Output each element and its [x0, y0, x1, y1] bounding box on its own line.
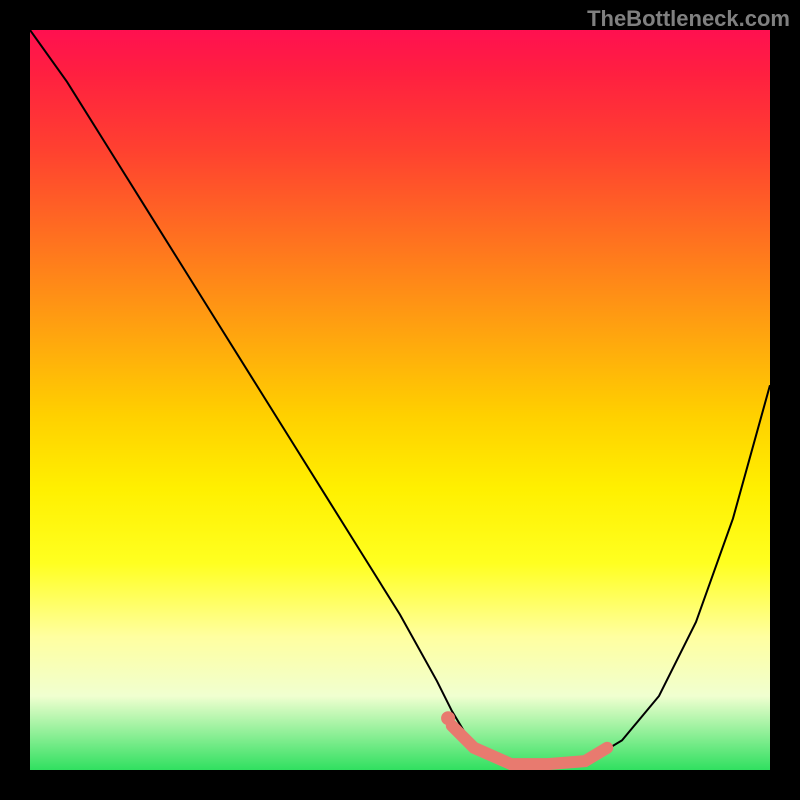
highlight-segment — [452, 726, 607, 765]
chart-plot-area — [30, 30, 770, 770]
main-curve — [30, 30, 770, 766]
chart-svg — [30, 30, 770, 770]
highlight-dot — [441, 711, 455, 725]
watermark-text: TheBottleneck.com — [587, 6, 790, 32]
